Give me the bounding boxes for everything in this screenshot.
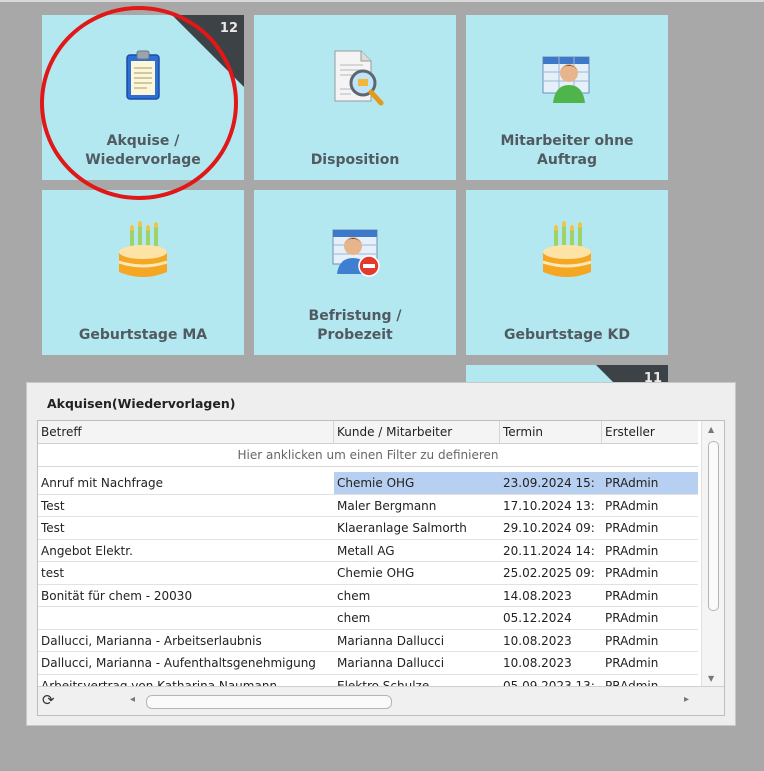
- table-row[interactable]: test Chemie OHG 25.02.2025 09: PRAdmin: [38, 562, 698, 585]
- cell-kunde: Marianna Dallucci: [337, 656, 445, 670]
- cell-ersteller: PRAdmin: [605, 543, 659, 558]
- grid-rows: Anruf mit Nachfrage Chemie OHG 23.09.2024 …: [38, 472, 698, 697]
- cell-kunde: Maler Bergmann: [337, 498, 437, 513]
- cell-ersteller: PRAdmin: [605, 611, 659, 625]
- table-row[interactable]: chem 05.12.2024 PRAdmin: [38, 607, 698, 630]
- cell-ersteller: PRAdmin: [605, 498, 659, 513]
- cell-ersteller: PRAdmin: [605, 633, 659, 648]
- cell-betreff: Test: [41, 498, 65, 513]
- tile-geburtstage-ma[interactable]: Geburtstage MA: [42, 190, 244, 355]
- column-header-betreff[interactable]: Betreff: [38, 421, 334, 443]
- cell-ersteller: PRAdmin: [605, 521, 659, 535]
- tile-label: Akquise / Wiedervorlage: [85, 133, 201, 168]
- column-header-kunde[interactable]: Kunde / Mitarbeiter: [334, 421, 500, 443]
- scroll-up-icon[interactable]: ▲: [708, 425, 714, 434]
- clipboard-icon: [126, 50, 160, 100]
- scroll-down-icon[interactable]: ▼: [708, 674, 714, 683]
- tile-label: Befristung / Probezeit: [308, 308, 402, 343]
- grid-footer: ⟳ ◂ ▸: [38, 686, 724, 715]
- cell-betreff: Anruf mit Nachfrage: [41, 476, 163, 490]
- cell-betreff: Test: [41, 521, 65, 535]
- data-grid: Betreff Kunde / Mitarbeiter Termin Erste…: [37, 420, 725, 716]
- table-row[interactable]: Bonität für chem - 20030 chem 14.08.2023 PR…: [38, 585, 698, 607]
- birthday-cake-icon: [118, 221, 168, 277]
- cell-betreff: Dallucci, Marianna - Arbeitserlaubnis: [41, 633, 262, 648]
- scroll-right-icon[interactable]: ▸: [684, 694, 689, 705]
- cell-kunde: Chemie OHG: [337, 566, 415, 580]
- table-row[interactable]: Test Maler Bergmann 17.10.2024 13: PRAdmin: [38, 495, 698, 517]
- cell-ersteller: PRAdmin: [605, 588, 659, 603]
- tile-label: Disposition: [310, 152, 400, 168]
- cell-kunde: Chemie OHG: [334, 472, 500, 494]
- tile-akquise-wiedervorlage[interactable]: 12 Akquise / Wiedervorlage: [42, 15, 244, 180]
- cell-kunde: Marianna Dallucci: [337, 633, 445, 648]
- cell-termin: 10.08.2023: [503, 633, 572, 648]
- tile-label: Geburtstage MA: [78, 327, 208, 343]
- cell-betreff: test: [41, 566, 65, 580]
- tile-mitarbeiter-ohne-auftrag[interactable]: Mitarbeiter ohne Auftrag: [466, 15, 668, 180]
- column-header-ersteller[interactable]: Ersteller: [602, 421, 698, 443]
- cell-termin: 29.10.2024 09:: [503, 521, 595, 535]
- table-row[interactable]: Angebot Elektr. Metall AG 20.11.2024 14: PR…: [38, 540, 698, 562]
- cell-termin: 25.02.2025 09:: [503, 566, 595, 580]
- filter-row[interactable]: Hier anklicken um einen Filter zu defini…: [38, 444, 698, 467]
- vertical-scrollbar[interactable]: ▲ ▼: [701, 421, 724, 687]
- cell-termin: 05.12.2024: [503, 611, 572, 625]
- cell-ersteller: PRAdmin: [605, 656, 659, 670]
- cell-betreff: Dallucci, Marianna - Aufenthaltsgenehmig…: [41, 656, 316, 670]
- table-row[interactable]: Dallucci, Marianna - Aufenthaltsgenehmig…: [38, 652, 698, 675]
- table-row[interactable]: Anruf mit Nachfrage Chemie OHG 23.09.2024 …: [38, 472, 698, 495]
- cell-termin: 20.11.2024 14:: [503, 543, 595, 558]
- cell-ersteller: PRAdmin: [602, 472, 698, 494]
- tile-label: Mitarbeiter ohne Auftrag: [500, 133, 634, 168]
- tile-label: Geburtstage KD: [504, 327, 630, 343]
- cell-kunde: chem: [337, 611, 371, 625]
- tile-badge-count: 12: [219, 21, 238, 36]
- cell-kunde: Klaeranlage Salmorth: [337, 521, 467, 535]
- person-table-icon: [542, 56, 590, 103]
- cell-termin: 10.08.2023: [503, 656, 572, 670]
- person-remove-icon: [332, 229, 380, 277]
- tile-disposition[interactable]: Disposition: [254, 15, 456, 180]
- grid-header: Betreff Kunde / Mitarbeiter Termin Erste…: [38, 421, 698, 444]
- refresh-icon[interactable]: ⟳: [42, 691, 55, 709]
- document-magnifier-icon: [334, 50, 384, 106]
- birthday-cake-icon: [542, 221, 592, 277]
- vertical-scroll-thumb[interactable]: [708, 441, 719, 611]
- panel-title: Akquisen(Wiedervorlagen): [47, 396, 236, 411]
- akquisen-panel: Akquisen(Wiedervorlagen) Betreff Kunde /…: [26, 382, 736, 726]
- cell-termin: 17.10.2024 13:: [503, 498, 595, 513]
- cell-betreff: [38, 607, 334, 629]
- cell-termin: 14.08.2023: [503, 588, 572, 603]
- cell-betreff: Angebot Elektr.: [41, 543, 133, 558]
- cell-kunde: Metall AG: [337, 543, 395, 558]
- table-row[interactable]: Dallucci, Marianna - Arbeitserlaubnis Mar…: [38, 630, 698, 652]
- top-divider: [0, 0, 764, 2]
- table-row[interactable]: Test Klaeranlage Salmorth 29.10.2024 09: PR…: [38, 517, 698, 540]
- cell-kunde: chem: [337, 588, 371, 603]
- cell-betreff: Bonität für chem - 20030: [41, 588, 193, 603]
- scroll-left-icon[interactable]: ◂: [130, 694, 135, 705]
- tile-befristung-probezeit[interactable]: Befristung / Probezeit: [254, 190, 456, 355]
- column-header-termin[interactable]: Termin: [500, 421, 602, 443]
- horizontal-scroll-thumb[interactable]: [146, 695, 392, 709]
- tile-geburtstage-kd[interactable]: Geburtstage KD: [466, 190, 668, 355]
- cell-termin: 23.09.2024 15:: [500, 472, 602, 494]
- cell-ersteller: PRAdmin: [605, 566, 659, 580]
